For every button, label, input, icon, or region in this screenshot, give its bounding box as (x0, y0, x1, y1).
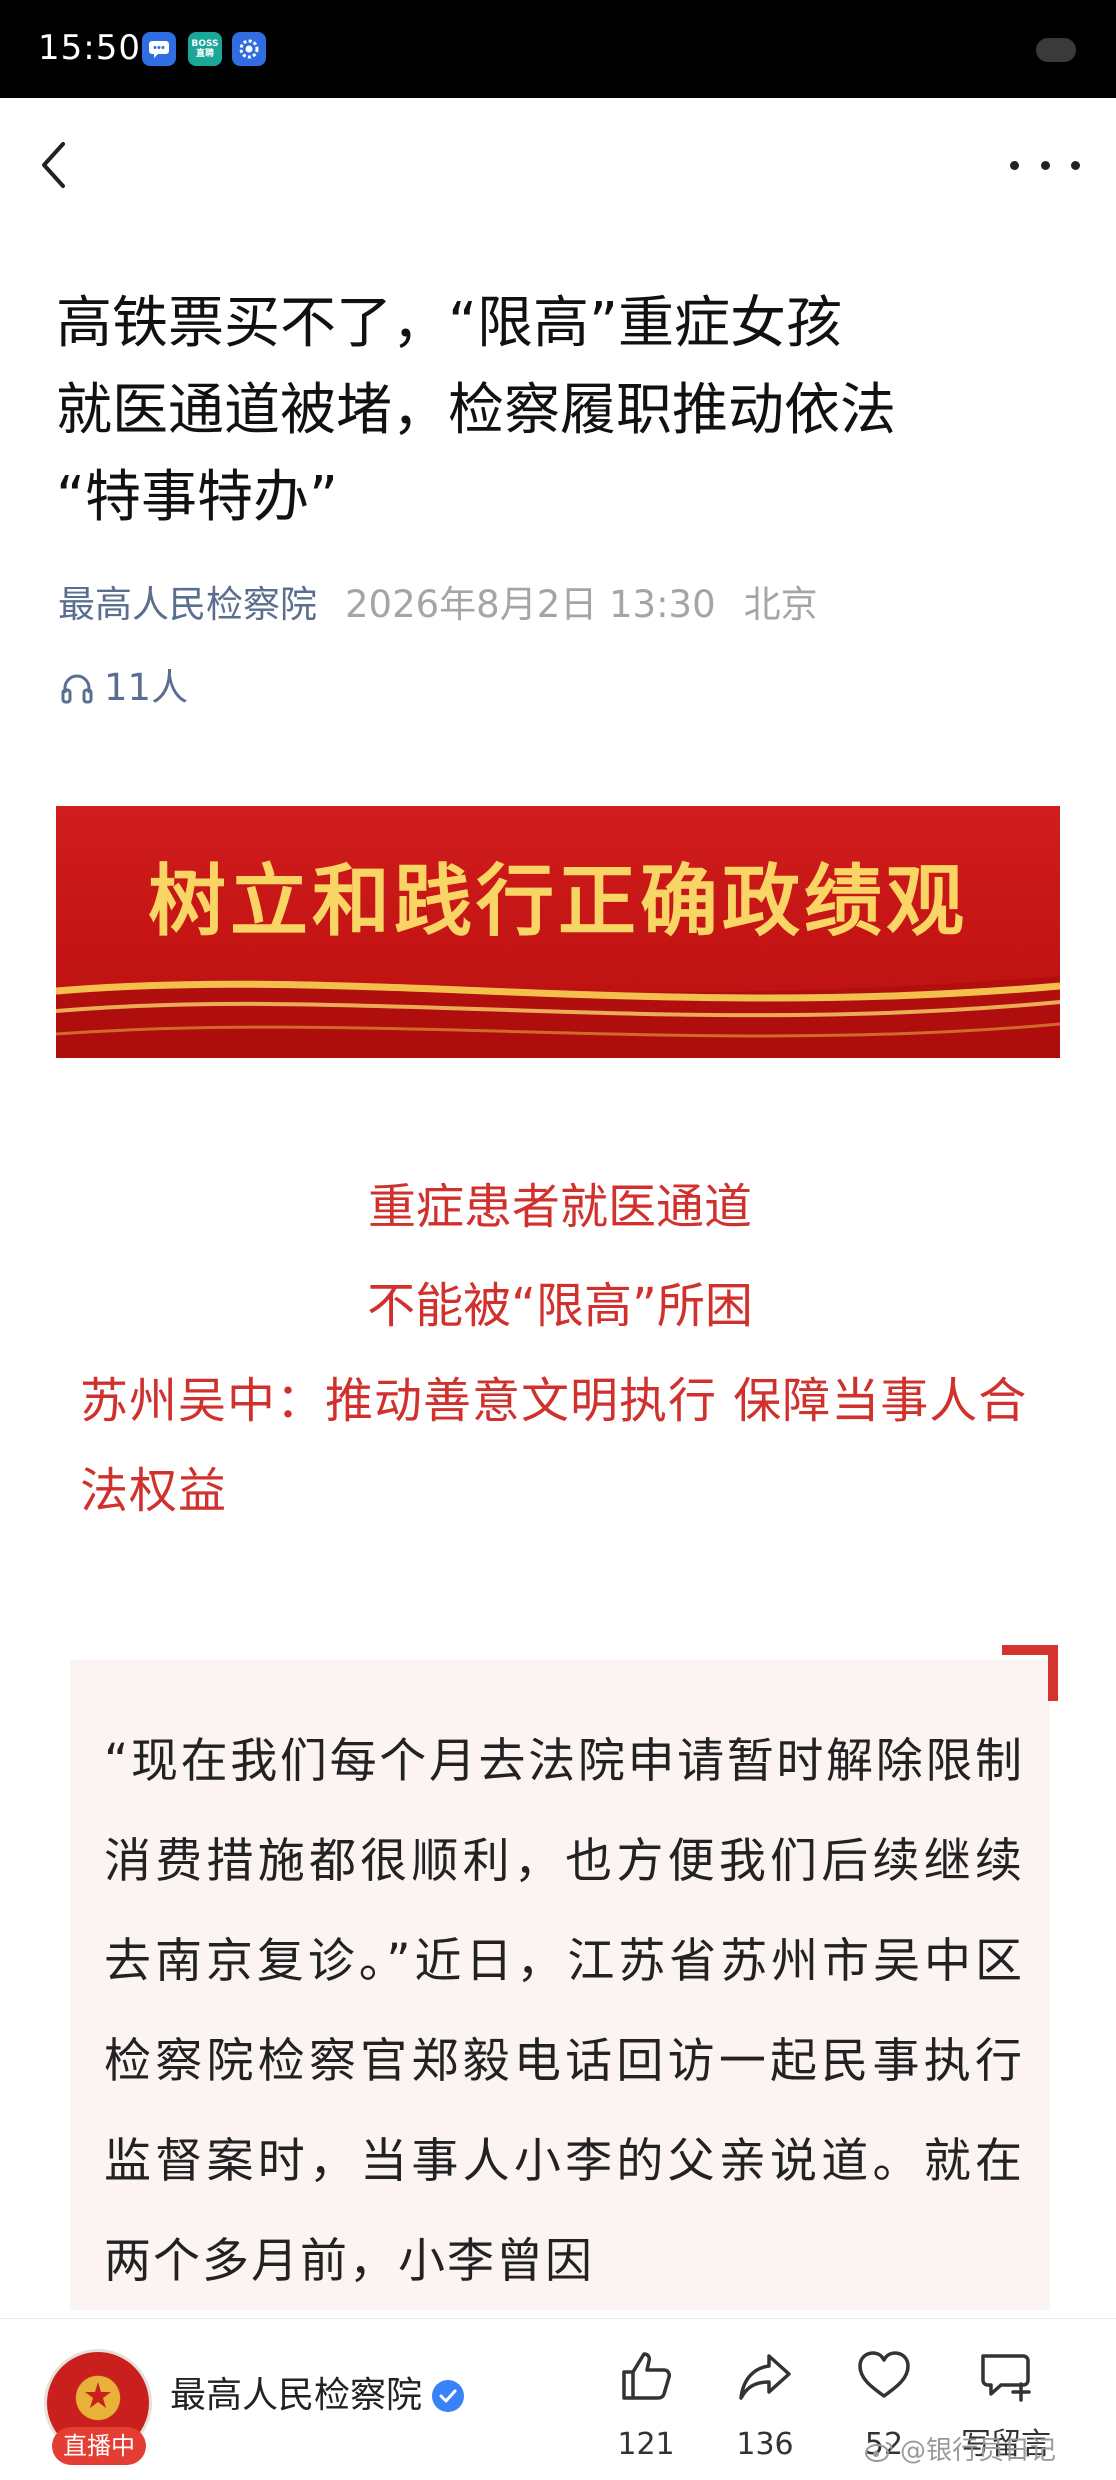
more-dot (1010, 160, 1019, 170)
share-button[interactable]: 136 (710, 2345, 820, 2465)
status-time: 15:50 (38, 28, 141, 68)
article-title-line: 就医通道被堵，检察履职推动依法 (56, 378, 896, 443)
live-badge[interactable]: 直播中 (52, 2427, 146, 2465)
article-date: 2026年8月2日 13:30 (345, 583, 716, 626)
status-blurred-indicator (1036, 38, 1076, 62)
headphones-icon (61, 674, 93, 704)
article-title-line: 高铁票买不了，“限高”重症女孩 (56, 291, 843, 356)
verified-icon (432, 2380, 465, 2412)
banner-title: 树立和践行正确政绩观 (147, 856, 968, 947)
weibo-icon (864, 2442, 893, 2462)
article-source-link[interactable]: 最高人民检察院 (58, 583, 317, 626)
listen-button[interactable]: 11人 (60, 665, 188, 711)
more-button[interactable] (1010, 150, 1080, 180)
article-title: 高铁票买不了，“限高”重症女孩 就医通道被堵，检察履职推动依法 “特事特办” (56, 280, 1066, 541)
corner-decoration (1002, 1645, 1058, 1701)
bottom-action-bar: 直播中 最高人民检察院 121 136 52 写留言 @银行员日记 (0, 2318, 1116, 2480)
back-button[interactable] (34, 135, 74, 195)
subheading-line: 重症患者就医通道 (367, 1179, 752, 1235)
watermark: @银行员日记 (864, 2436, 1056, 2466)
boss-zhipin-icon: BOSS 直聘 (188, 32, 222, 66)
more-dot (1071, 160, 1080, 170)
boss-icon-line2: 直聘 (195, 49, 214, 59)
like-count: 121 (617, 2427, 675, 2462)
message-icon (142, 32, 176, 66)
watermark-text: @银行员日记 (899, 2436, 1056, 2466)
more-dot (1040, 160, 1050, 170)
article-banner: 树立和践行正确政绩观 (56, 806, 1060, 1058)
bottom-source[interactable]: 最高人民检察院 (170, 2371, 465, 2421)
article-subheadings: 重症患者就医通道 不能被“限高”所困 苏州吴中：推动善意文明执行 保障当事人合法… (80, 1158, 1040, 1536)
subheading-line: 不能被“限高”所困 (367, 1278, 753, 1334)
like-button[interactable]: 121 (591, 2345, 701, 2465)
settings-icon (232, 32, 266, 66)
chevron-left-icon (42, 142, 65, 188)
article-meta: 最高人民检察院 2026年8月2日 13:30 北京 (58, 580, 818, 630)
bottom-source-name: 最高人民检察院 (170, 2375, 423, 2416)
heart-icon (858, 2351, 910, 2398)
article-location: 北京 (743, 583, 818, 626)
comment-add-icon (981, 2354, 1031, 2402)
status-bar: 15:50 BOSS 直聘 (0, 0, 1116, 98)
subheading-line: 苏州吴中：推动善意文明执行 保障当事人合法权益 (80, 1373, 1028, 1519)
article-paragraph: “现在我们每个月去法院申请暂时解除限制消费措施都很顺利，也方便我们后续继续去南京… (104, 1734, 1024, 2289)
share-arrow-icon (739, 2354, 791, 2400)
article-title-line: “特事特办” (56, 465, 339, 530)
boss-icon-line1: BOSS (191, 39, 219, 49)
share-count: 136 (736, 2427, 794, 2462)
listener-count: 11人 (104, 666, 189, 709)
thumbs-up-icon (622, 2352, 671, 2400)
